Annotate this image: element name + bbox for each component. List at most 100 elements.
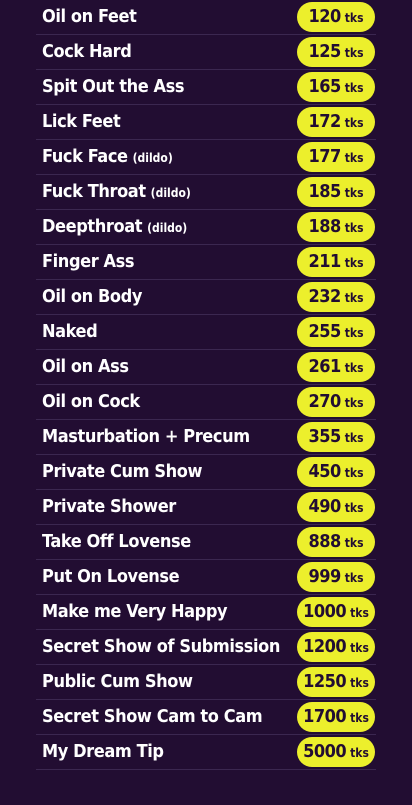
tip-price-amount: 1250 (303, 671, 347, 692)
tip-price-amount: 450 (308, 461, 341, 482)
tip-menu-item: Put On Lovense 999 tks (36, 560, 376, 595)
tip-price-badge: 1250 tks (297, 667, 375, 697)
tip-item-name: Oil on Ass (42, 356, 129, 377)
tip-menu-item: Deepthroat (dildo) 188 tks (36, 210, 376, 245)
tip-menu-item: Oil on Body 232 tks (36, 280, 376, 315)
tip-menu-item: Private Cum Show 450 tks (36, 455, 376, 490)
tip-item-name: Take Off Lovense (42, 531, 191, 552)
tip-item-name: Private Shower (42, 496, 176, 517)
tip-item-note: (dildo) (147, 221, 188, 235)
tip-menu-item: Take Off Lovense 888 tks (36, 525, 376, 560)
tip-item-label: Public Cum Show (42, 665, 193, 700)
tip-price-amount: 188 (308, 216, 341, 237)
tip-price-unit: tks (344, 221, 364, 235)
tip-menu-item: Finger Ass 211 tks (36, 245, 376, 280)
tip-menu-item: Make me Very Happy 1000 tks (36, 595, 376, 630)
tip-price-amount: 185 (308, 181, 341, 202)
tip-item-label: Finger Ass (42, 245, 135, 280)
tip-item-label: Naked (42, 315, 98, 350)
tip-item-name: Naked (42, 321, 98, 342)
tip-item-name: Put On Lovense (42, 566, 180, 587)
tip-item-label: Private Shower (42, 490, 176, 525)
tip-menu-item: Fuck Face (dildo) 177 tks (36, 140, 376, 175)
tip-price-amount: 125 (308, 41, 341, 62)
tip-item-label: Oil on Ass (42, 350, 129, 385)
tip-item-label: Oil on Cock (42, 385, 140, 420)
tip-item-label: Masturbation + Precum (42, 420, 250, 455)
tip-price-badge: 490 tks (297, 492, 375, 522)
tip-price-badge: 355 tks (297, 422, 375, 452)
tip-item-label: Put On Lovense (42, 560, 180, 595)
tip-price-amount: 261 (308, 356, 341, 377)
tip-item-label: Cock Hard (42, 35, 132, 70)
tip-item-name: Make me Very Happy (42, 601, 228, 622)
tip-price-amount: 1000 (303, 601, 347, 622)
tip-price-badge: 888 tks (297, 527, 375, 557)
tip-price-unit: tks (344, 501, 364, 515)
tip-price-unit: tks (350, 641, 369, 655)
tip-item-name: Oil on Cock (42, 391, 140, 412)
tip-price-amount: 270 (308, 391, 341, 412)
tip-menu: Oil on Feet 120 tks Cock Hard 125 tks Spit… (36, 0, 376, 770)
tip-item-label: Take Off Lovense (42, 525, 191, 560)
tip-item-name: Fuck Face (42, 146, 128, 167)
tip-price-unit: tks (344, 256, 364, 270)
tip-item-label: Private Cum Show (42, 455, 202, 490)
tip-price-amount: 1700 (303, 706, 347, 727)
tip-item-label: Make me Very Happy (42, 595, 228, 630)
tip-price-unit: tks (344, 11, 364, 25)
tip-price-badge: 270 tks (297, 387, 375, 417)
tip-price-unit: tks (350, 606, 369, 620)
tip-item-name: Public Cum Show (42, 671, 193, 692)
tip-item-name: Spit Out the Ass (42, 76, 185, 97)
tip-price-unit: tks (350, 676, 369, 690)
tip-price-amount: 211 (308, 251, 341, 272)
tip-price-unit: tks (350, 746, 369, 760)
tip-price-badge: 5000 tks (297, 737, 375, 767)
tip-price-amount: 490 (308, 496, 341, 517)
tip-menu-item: Naked 255 tks (36, 315, 376, 350)
tip-price-unit: tks (344, 81, 364, 95)
tip-price-badge: 255 tks (297, 317, 375, 347)
tip-price-badge: 177 tks (297, 142, 375, 172)
tip-item-label: Oil on Feet (42, 0, 137, 35)
tip-price-badge: 211 tks (297, 247, 375, 277)
tip-price-unit: tks (350, 711, 369, 725)
tip-item-label: Fuck Face (dildo) (42, 140, 173, 175)
tip-item-label: Lick Feet (42, 105, 121, 140)
tip-item-name: Deepthroat (42, 216, 143, 237)
tip-price-unit: tks (344, 186, 364, 200)
tip-price-unit: tks (344, 361, 364, 375)
tip-item-name: Secret Show Cam to Cam (42, 706, 263, 727)
tip-price-unit: tks (344, 326, 364, 340)
tip-item-label: Secret Show of Submission (42, 630, 280, 665)
tip-price-badge: 125 tks (297, 37, 375, 67)
tip-price-badge: 450 tks (297, 457, 375, 487)
tip-menu-item: My Dream Tip 5000 tks (36, 735, 376, 770)
tip-menu-item: Masturbation + Precum 355 tks (36, 420, 376, 455)
tip-item-name: Private Cum Show (42, 461, 203, 482)
tip-menu-item: Secret Show of Submission 1200 tks (36, 630, 376, 665)
tip-price-unit: tks (344, 466, 364, 480)
tip-price-unit: tks (344, 116, 364, 130)
tip-item-name: Masturbation + Precum (42, 426, 250, 447)
tip-price-badge: 1000 tks (297, 597, 375, 627)
tip-price-unit: tks (344, 291, 364, 305)
tip-price-badge: 120 tks (297, 2, 375, 32)
tip-price-amount: 888 (308, 531, 341, 552)
tip-price-badge: 232 tks (297, 282, 375, 312)
tip-price-badge: 188 tks (297, 212, 375, 242)
tip-price-badge: 165 tks (297, 72, 375, 102)
tip-menu-item: Fuck Throat (dildo) 185 tks (36, 175, 376, 210)
tip-item-name: Oil on Body (42, 286, 142, 307)
tip-item-name: Fuck Throat (42, 181, 146, 202)
tip-price-amount: 5000 (303, 741, 347, 762)
tip-menu-item: Public Cum Show 1250 tks (36, 665, 376, 700)
tip-menu-item: Oil on Ass 261 tks (36, 350, 376, 385)
tip-item-name: Secret Show of Submission (42, 636, 281, 657)
tip-price-unit: tks (344, 46, 364, 60)
tip-price-unit: tks (344, 571, 364, 585)
tip-item-name: Lick Feet (42, 111, 121, 132)
tip-price-amount: 355 (308, 426, 341, 447)
tip-price-amount: 165 (308, 76, 341, 97)
